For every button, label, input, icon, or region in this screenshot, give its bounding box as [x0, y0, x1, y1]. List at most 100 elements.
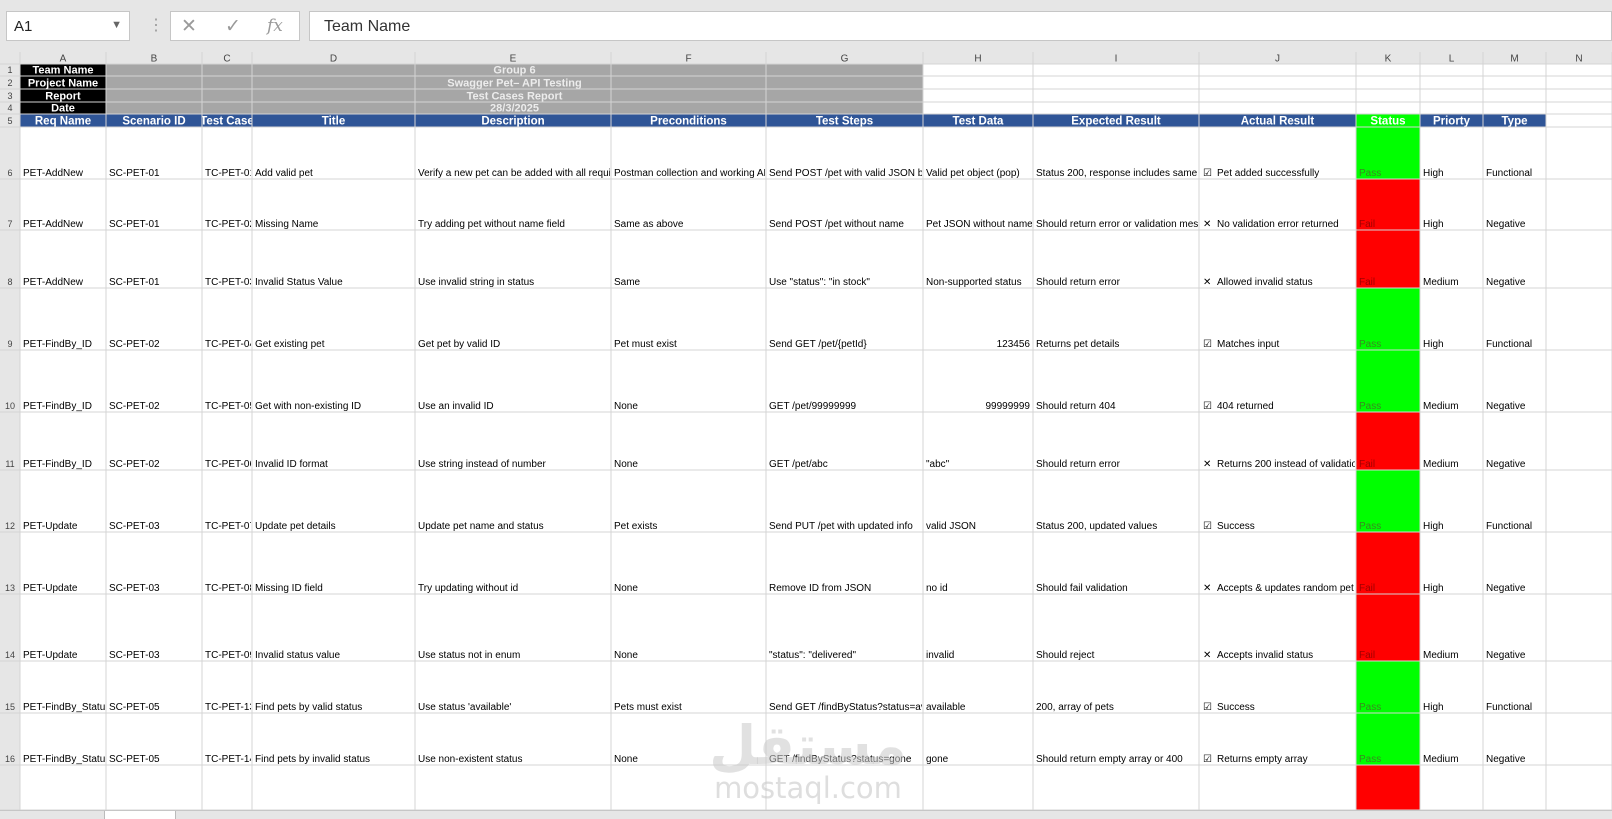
cell-req[interactable]: PET-AddNew	[23, 219, 84, 230]
cell-tc[interactable]: TC-PET-13	[205, 702, 255, 713]
cell-priority[interactable]: Medium	[1423, 459, 1459, 470]
row-number[interactable]: 1	[7, 65, 12, 75]
row-number[interactable]: 13	[5, 583, 15, 593]
cell-priority[interactable]: High	[1423, 339, 1444, 350]
cell-pre[interactable]: None	[614, 583, 638, 594]
cell-desc[interactable]: Use status not in enum	[418, 650, 520, 661]
cell-title[interactable]: Invalid ID format	[255, 459, 328, 470]
cell-priority[interactable]: High	[1423, 583, 1444, 594]
row-header-bar[interactable]	[0, 52, 20, 810]
cell-title[interactable]: Get with non-existing ID	[255, 401, 361, 412]
cell-req[interactable]: PET-FindBy_Status	[23, 754, 110, 765]
column-header[interactable]: Type	[1502, 116, 1528, 128]
cell-title[interactable]: Invalid Status Value	[255, 277, 343, 288]
cell-type[interactable]: Functional	[1486, 168, 1532, 179]
grid-canvas[interactable]: Team Name Group 6 Project Name Swagger Pet–…	[0, 52, 1612, 810]
row-number[interactable]: 8	[7, 277, 12, 287]
cell-req[interactable]: PET-Update	[23, 521, 78, 532]
row-number[interactable]: 4	[7, 103, 12, 113]
cell-pre[interactable]: Pets must exist	[614, 702, 682, 713]
cell-type[interactable]: Negative	[1486, 401, 1526, 412]
column-header[interactable]: Description	[481, 116, 544, 128]
cell-expected[interactable]: Should return error or validation messag…	[1036, 219, 1220, 230]
cell-type[interactable]: Negative	[1486, 583, 1526, 594]
cell-tc[interactable]: TC-PET-08	[205, 583, 255, 594]
cell-data[interactable]: 99999999	[986, 401, 1031, 412]
cell-expected[interactable]: Status 200, updated values	[1036, 521, 1157, 532]
cell-data[interactable]: no id	[926, 583, 948, 594]
row-number[interactable]: 2	[7, 78, 12, 88]
cell-actual[interactable]: Accepts & updates random pet	[1217, 583, 1354, 594]
cell-req[interactable]: PET-Update	[23, 650, 78, 661]
cell-data[interactable]: "abc"	[926, 459, 950, 470]
row-number[interactable]: 5	[7, 116, 12, 126]
cell-status[interactable]: Pass	[1359, 754, 1381, 765]
cell-title[interactable]: Invalid status value	[255, 650, 340, 661]
cell-priority[interactable]: Medium	[1423, 277, 1459, 288]
cell-scenario[interactable]: SC-PET-01	[109, 168, 160, 179]
cell-expected[interactable]: Should return error	[1036, 277, 1121, 288]
column-header[interactable]: Req Name	[35, 116, 91, 128]
cell-req[interactable]: PET-FindBy_ID	[23, 339, 92, 350]
cell-data[interactable]: valid JSON	[926, 521, 976, 532]
row-number[interactable]: 15	[5, 702, 15, 712]
cell-status[interactable]: Pass	[1359, 339, 1381, 350]
formula-input[interactable]: Team Name	[309, 11, 1612, 41]
cell-scenario[interactable]: SC-PET-05	[109, 702, 160, 713]
cell-expected[interactable]: Should return 404	[1036, 401, 1116, 412]
cell-actual[interactable]: Success	[1217, 702, 1255, 713]
column-letter[interactable]: K	[1385, 54, 1392, 65]
cell-type[interactable]: Negative	[1486, 459, 1526, 470]
row-number[interactable]: 11	[5, 459, 14, 469]
row-number[interactable]: 6	[7, 168, 12, 178]
cell-actual[interactable]: Allowed invalid status	[1217, 277, 1313, 288]
column-letter[interactable]: G	[841, 54, 849, 65]
cell-data[interactable]: available	[926, 702, 966, 713]
cell-status[interactable]: Fail	[1359, 650, 1375, 661]
cell-pre[interactable]: Pet exists	[614, 521, 657, 532]
cell-priority[interactable]: Medium	[1423, 650, 1459, 661]
cell-steps[interactable]: Send POST /pet with valid JSON body	[769, 168, 939, 179]
cell-desc[interactable]: Use non-existent status	[418, 754, 523, 765]
cell-pre[interactable]: None	[614, 650, 638, 661]
insert-function-icon[interactable]: fx	[267, 16, 283, 36]
cell-req[interactable]: PET-AddNew	[23, 168, 84, 179]
cell-desc[interactable]: Use string instead of number	[418, 459, 547, 470]
cell-expected[interactable]: Status 200, response includes same pet	[1036, 168, 1214, 179]
column-header[interactable]: Expected Result	[1071, 116, 1161, 128]
cell-scenario[interactable]: SC-PET-01	[109, 277, 160, 288]
drag-handle-icon[interactable]: ⋮	[148, 15, 164, 35]
cell-data[interactable]: Non-supported status	[926, 277, 1022, 288]
cell-type[interactable]: Functional	[1486, 521, 1532, 532]
cell-expected[interactable]: Should return empty array or 400	[1036, 754, 1183, 765]
cell-data[interactable]: Pet JSON without name	[926, 219, 1033, 230]
column-letter[interactable]: I	[1115, 54, 1118, 65]
cell-type[interactable]: Functional	[1486, 339, 1532, 350]
column-letter[interactable]: N	[1575, 54, 1582, 65]
cell-steps[interactable]: Send GET /pet/{petId}	[769, 339, 867, 350]
cell-status[interactable]: Pass	[1359, 521, 1381, 532]
cell-scenario[interactable]: SC-PET-03	[109, 583, 160, 594]
cell-priority[interactable]: High	[1423, 168, 1444, 179]
cell-tc[interactable]: TC-PET-09	[205, 650, 255, 661]
cell-data[interactable]: Valid pet object (pop)	[926, 168, 1020, 179]
spreadsheet-grid[interactable]: Team Name Group 6 Project Name Swagger Pet–…	[0, 52, 1612, 810]
cell-scenario[interactable]: SC-PET-02	[109, 459, 160, 470]
cell-actual[interactable]: Pet added successfully	[1217, 168, 1319, 179]
cell-actual[interactable]: Returns empty array	[1217, 754, 1308, 765]
column-letter[interactable]: D	[330, 54, 337, 65]
cell-req[interactable]: PET-Update	[23, 583, 78, 594]
row-number[interactable]: 9	[7, 339, 12, 349]
column-header[interactable]: Test Data	[953, 116, 1005, 128]
cell-actual[interactable]: No validation error returned	[1217, 219, 1339, 230]
column-header-bar[interactable]	[0, 52, 1612, 64]
cell-priority[interactable]: Medium	[1423, 401, 1459, 412]
cell-scenario[interactable]: SC-PET-02	[109, 401, 160, 412]
column-letter[interactable]: J	[1275, 54, 1280, 65]
cell-title[interactable]: Missing ID field	[255, 583, 323, 594]
cell-desc[interactable]: Try updating without id	[418, 583, 518, 594]
column-header[interactable]: Test Case	[200, 116, 253, 128]
cell-scenario[interactable]: SC-PET-03	[109, 521, 160, 532]
cell-tc[interactable]: TC-PET-14	[205, 754, 255, 765]
cell-title[interactable]: Update pet details	[255, 521, 336, 532]
